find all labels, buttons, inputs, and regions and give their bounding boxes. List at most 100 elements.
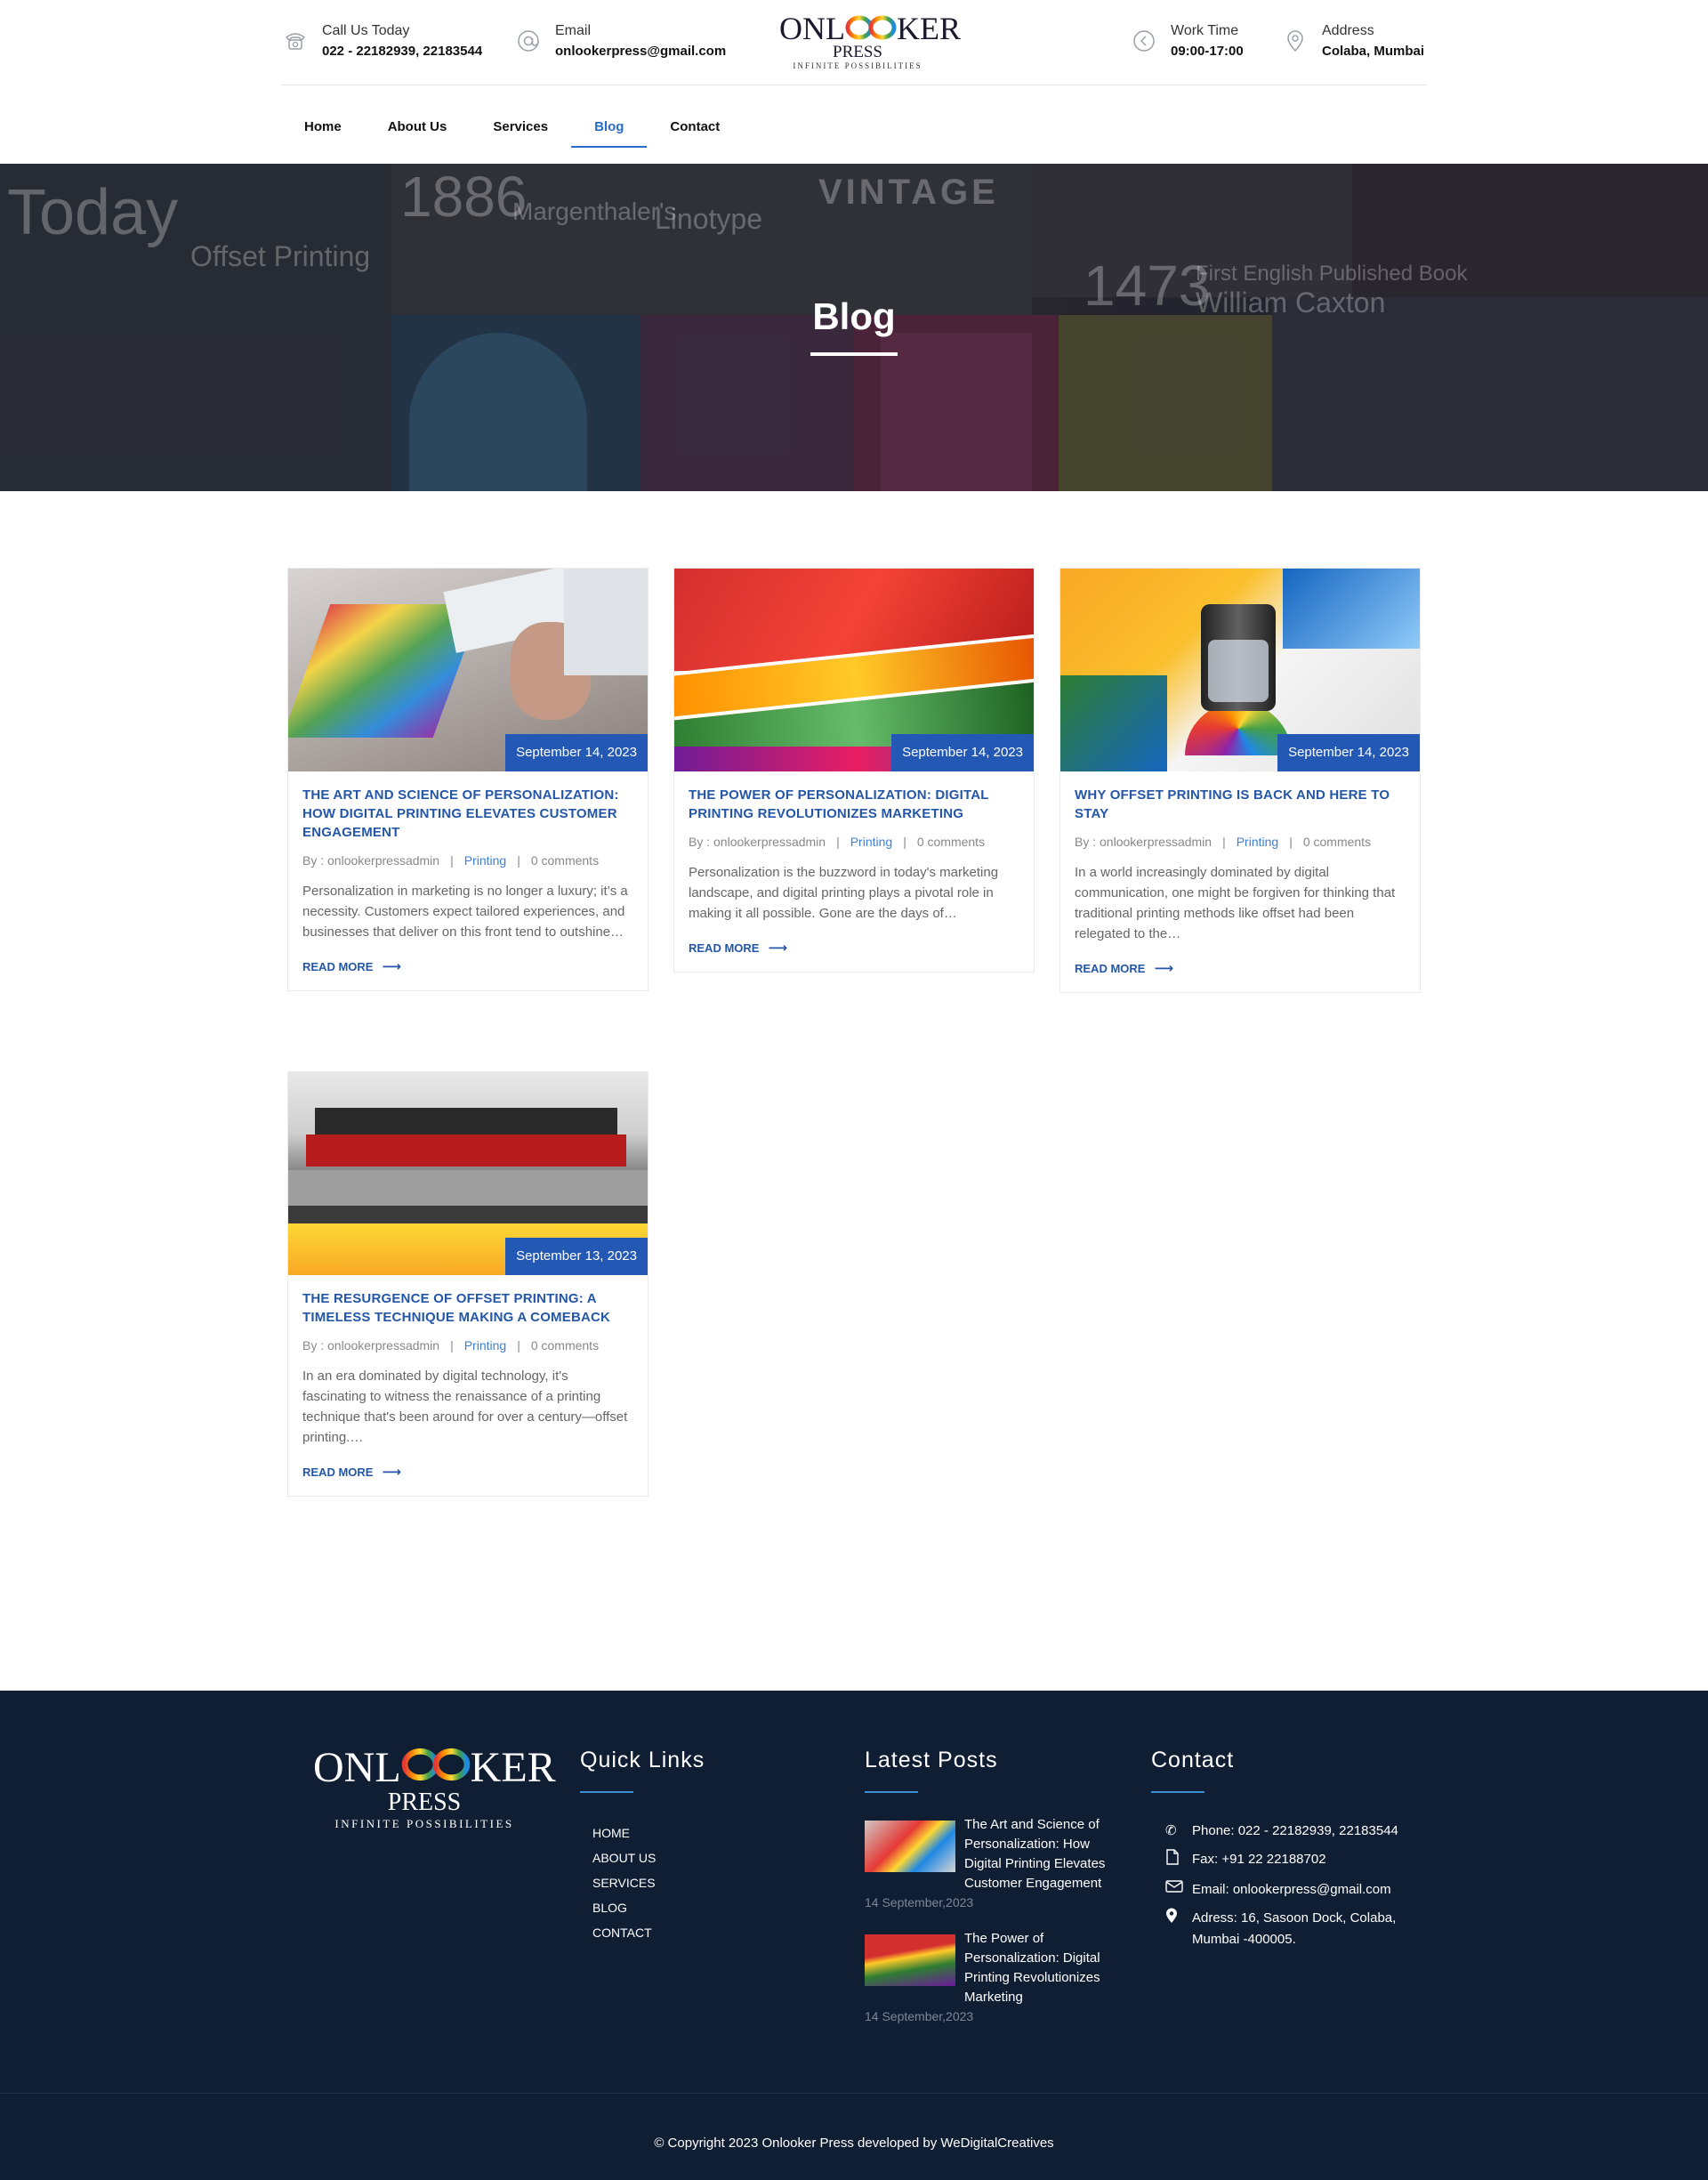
work-time-value: 09:00-17:00 [1171,44,1244,59]
post-excerpt: In a world increasingly dominated by dig… [1075,865,1396,941]
footer-logo-tagline: INFINITE POSSIBILITIES [334,1817,514,1830]
read-more-link[interactable]: READ MORE ⟶ [302,958,633,974]
footer-link-services[interactable]: Services [592,1870,656,1895]
location-pin-icon [1165,1908,1192,1950]
read-more-label: READ MORE [302,959,374,973]
latest-post-title[interactable]: The Power of Personalization: Digital Pr… [964,1929,1123,2007]
nav-home[interactable]: Home [281,105,365,148]
footer-logo-text-pre: ONL [313,1744,401,1791]
site-footer: ONL KER PRESS INFINITE POSSIBILITIES Quic… [0,1691,1708,2180]
footer-address-text: Adress: 16, Sasoon Dock, Colaba, Mumbai … [1192,1910,1397,1947]
post-category[interactable]: Printing [464,1338,506,1352]
quick-links-heading: Quick Links [580,1748,705,1772]
footer-divider [0,2093,1708,2094]
hero-word: First English Published Book [1196,262,1468,286]
post-comments[interactable]: 0 comments [531,1338,599,1352]
address-info: Address Colaba, Mumbai [1281,21,1424,62]
post-category[interactable]: Printing [464,853,506,868]
footer-link-contact[interactable]: Contact [592,1920,656,1945]
logo-text-post: KER [897,11,961,46]
post-title[interactable]: Why Offset Printing is Back and Here to … [1075,786,1406,823]
post-thumbnail[interactable]: September 14, 2023 [288,569,648,771]
read-more-link[interactable]: READ MORE ⟶ [1075,960,1406,976]
read-more-link[interactable]: READ MORE ⟶ [689,940,1019,956]
footer-logo-press: PRESS [387,1788,462,1816]
blog-card[interactable]: September 13, 2023 The Resurgence of Off… [287,1071,649,1497]
footer-fax-text: Fax: +91 22 22188702 [1192,1852,1326,1867]
latest-post-item[interactable]: The Power of Personalization: Digital Pr… [865,1929,1123,2025]
read-more-label: READ MORE [689,941,760,955]
latest-post-thumbnail[interactable] [865,1821,955,1872]
nav-services[interactable]: Services [470,105,571,148]
post-category[interactable]: Printing [1237,835,1278,849]
address-label: Address [1322,23,1374,38]
address-value: Colaba, Mumbai [1322,44,1425,59]
contact-heading: Contact [1151,1748,1235,1772]
post-title[interactable]: The Power of Personalization: Digital Pr… [689,786,1019,823]
post-meta: By : onlookerpressadmin | Printing | 0 comme… [689,835,986,849]
phone-icon [281,27,310,55]
post-title[interactable]: The Art and Science of Personalization: … [302,786,633,842]
latest-post-title[interactable]: The Art and Science of Personalization: … [964,1815,1123,1893]
post-excerpt: Personalization in marketing is no longe… [302,884,628,940]
email-value[interactable]: onlookerpress@gmail.com [555,41,726,62]
blog-card[interactable]: September 14, 2023 Why Offset Printing i… [1059,568,1421,993]
page-title: Blog [812,295,896,337]
main-nav: Home About Us Services Blog Contact [281,105,743,148]
call-label: Call Us Today [322,23,410,38]
post-title[interactable]: The Resurgence of Offset Printing: A Tim… [302,1289,633,1327]
heading-underline [1151,1791,1204,1793]
nav-blog[interactable]: Blog [571,105,648,148]
call-value[interactable]: 022 - 22182939, 22183544 [322,41,482,62]
hero-word: Margenthaler's [512,198,677,225]
email-info[interactable]: Email onlookerpress@gmail.com [514,21,726,62]
footer-logo[interactable]: ONL KER PRESS INFINITE POSSIBILITIES [313,1744,556,1832]
footer-address: Adress: 16, Sasoon Dock, Colaba, Mumbai … [1165,1908,1423,1950]
logo-text-pre: ONL [779,11,845,46]
footer-link-blog[interactable]: Blog [592,1895,656,1920]
work-time-info: Work Time 09:00-17:00 [1130,21,1244,62]
post-comments[interactable]: 0 comments [1303,835,1371,849]
read-more-link[interactable]: READ MORE ⟶ [302,1464,633,1480]
latest-post-item[interactable]: The Art and Science of Personalization: … [865,1815,1123,1911]
footer-email-text: Email: onlookerpress@gmail.com [1192,1882,1391,1897]
hero-banner: Today Offset Printing 1886 Margenthaler'… [0,164,1708,491]
arrow-right-icon: ⟶ [382,959,401,974]
nav-about-us[interactable]: About Us [365,105,471,148]
post-author[interactable]: By : onlookerpressadmin [302,1338,439,1352]
work-time-label: Work Time [1171,23,1239,38]
post-author[interactable]: By : onlookerpressadmin [1075,835,1212,849]
document-icon [1165,1849,1192,1872]
post-author[interactable]: By : onlookerpressadmin [302,853,439,868]
copyright-text: © Copyright 2023 Onlooker Press develope… [654,2136,1054,2151]
blog-card[interactable]: September 14, 2023 The Art and Science o… [287,568,649,991]
location-pin-icon [1281,27,1309,55]
post-thumbnail[interactable]: September 13, 2023 [288,1072,648,1275]
latest-post-date: 14 September,2023 [865,1895,974,1910]
call-info[interactable]: Call Us Today 022 - 22182939, 22183544 [281,21,482,62]
blog-card[interactable]: September 14, 2023 The Power of Personal… [673,568,1035,973]
post-category[interactable]: Printing [850,835,892,849]
read-more-label: READ MORE [1075,961,1146,975]
site-logo[interactable]: ONL KER PRESS INFINITE POSSIBILITIES [779,11,961,73]
title-underline [810,352,898,356]
footer-link-home[interactable]: Home [592,1821,656,1845]
nav-contact[interactable]: Contact [647,105,743,148]
post-date: September 14, 2023 [505,734,648,771]
post-meta: By : onlookerpressadmin | Printing | 0 comme… [1075,835,1372,849]
post-date: September 14, 2023 [1277,734,1420,771]
post-comments[interactable]: 0 comments [531,853,599,868]
footer-link-about-us[interactable]: About Us [592,1845,656,1870]
post-date: September 13, 2023 [505,1238,648,1275]
post-thumbnail[interactable]: September 14, 2023 [674,569,1034,771]
post-comments[interactable]: 0 comments [917,835,985,849]
infinity-logo-icon [845,14,897,41]
latest-post-thumbnail[interactable] [865,1934,955,1986]
heading-underline [865,1791,918,1793]
hero-word: VINTAGE [818,173,999,212]
footer-email[interactable]: Email: onlookerpress@gmail.com [1165,1879,1423,1901]
post-author[interactable]: By : onlookerpressadmin [689,835,826,849]
post-thumbnail[interactable]: September 14, 2023 [1060,569,1420,771]
post-meta: By : onlookerpressadmin | Printing | 0 comme… [302,853,600,868]
footer-phone[interactable]: ✆ Phone: 022 - 22182939, 22183544 [1165,1821,1423,1842]
